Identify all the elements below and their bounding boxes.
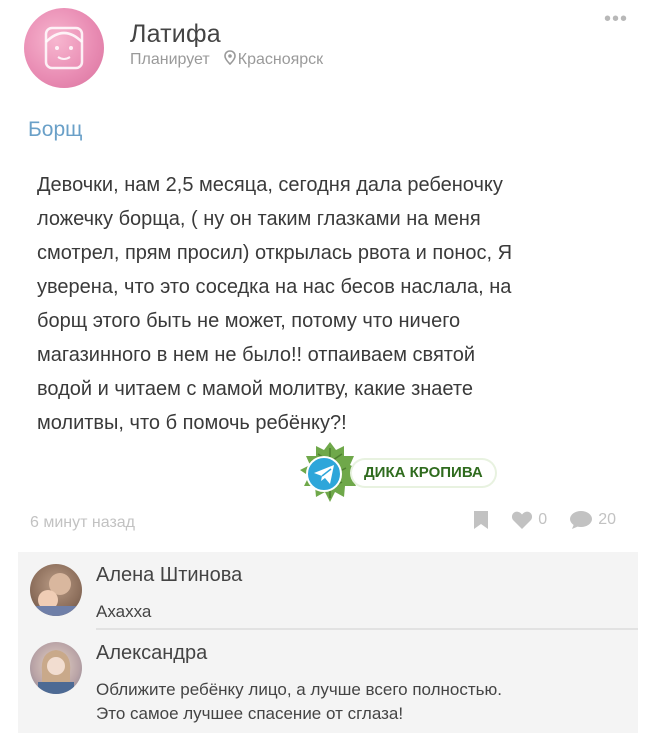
like-button[interactable]: 0: [511, 510, 547, 530]
comment-item: Алена Штинова Ахахха: [18, 552, 638, 630]
author-location[interactable]: Красноярск: [238, 51, 323, 69]
comments-list: Алена Штинова Ахахха Александра Оближите…: [18, 552, 638, 733]
post-time: 6 минут назад: [30, 514, 136, 531]
author-status: Планирует: [130, 51, 210, 68]
post-screen: Латифа Планирует Красноярск ••• Борщ Дев…: [0, 0, 651, 733]
author-name[interactable]: Латифа: [130, 20, 221, 49]
post-body: Девочки, нам 2,5 месяца, сегодня дала ре…: [37, 174, 513, 434]
watermark: ДИКА КРОПИВА: [298, 440, 528, 502]
like-count: 0: [538, 511, 548, 528]
comments-button[interactable]: 20: [569, 510, 616, 530]
commenter-name[interactable]: Александра: [96, 642, 207, 665]
author-meta: Планирует Красноярск: [130, 50, 323, 70]
author-avatar[interactable]: [24, 8, 104, 88]
commenter-avatar[interactable]: [30, 642, 82, 694]
bookmark-button[interactable]: [473, 510, 489, 530]
commenter-avatar[interactable]: [30, 564, 82, 616]
watermark-label: ДИКА КРОПИВА: [352, 460, 495, 486]
comment-text: Оближите ребёнку лицо, а лучше всего пол…: [96, 680, 502, 723]
comment-text: Ахахха: [96, 602, 152, 621]
comment-bubble-icon: [570, 511, 593, 529]
post-title: Борщ: [28, 118, 83, 141]
more-dots-icon[interactable]: •••: [604, 8, 628, 31]
bookmark-icon: [474, 511, 489, 529]
pink-face-avatar-icon: [44, 26, 84, 70]
post-actions: 0 20: [451, 510, 616, 530]
heart-icon: [512, 511, 533, 529]
comment-count: 20: [598, 511, 616, 528]
comment-item: Александра Оближите ребёнку лицо, а лучш…: [18, 630, 638, 733]
location-pin-icon: [223, 50, 236, 70]
post-header: Латифа Планирует Красноярск •••: [24, 8, 634, 88]
commenter-name[interactable]: Алена Штинова: [96, 564, 242, 587]
post-footer: 6 минут назад 0 20: [30, 508, 622, 538]
